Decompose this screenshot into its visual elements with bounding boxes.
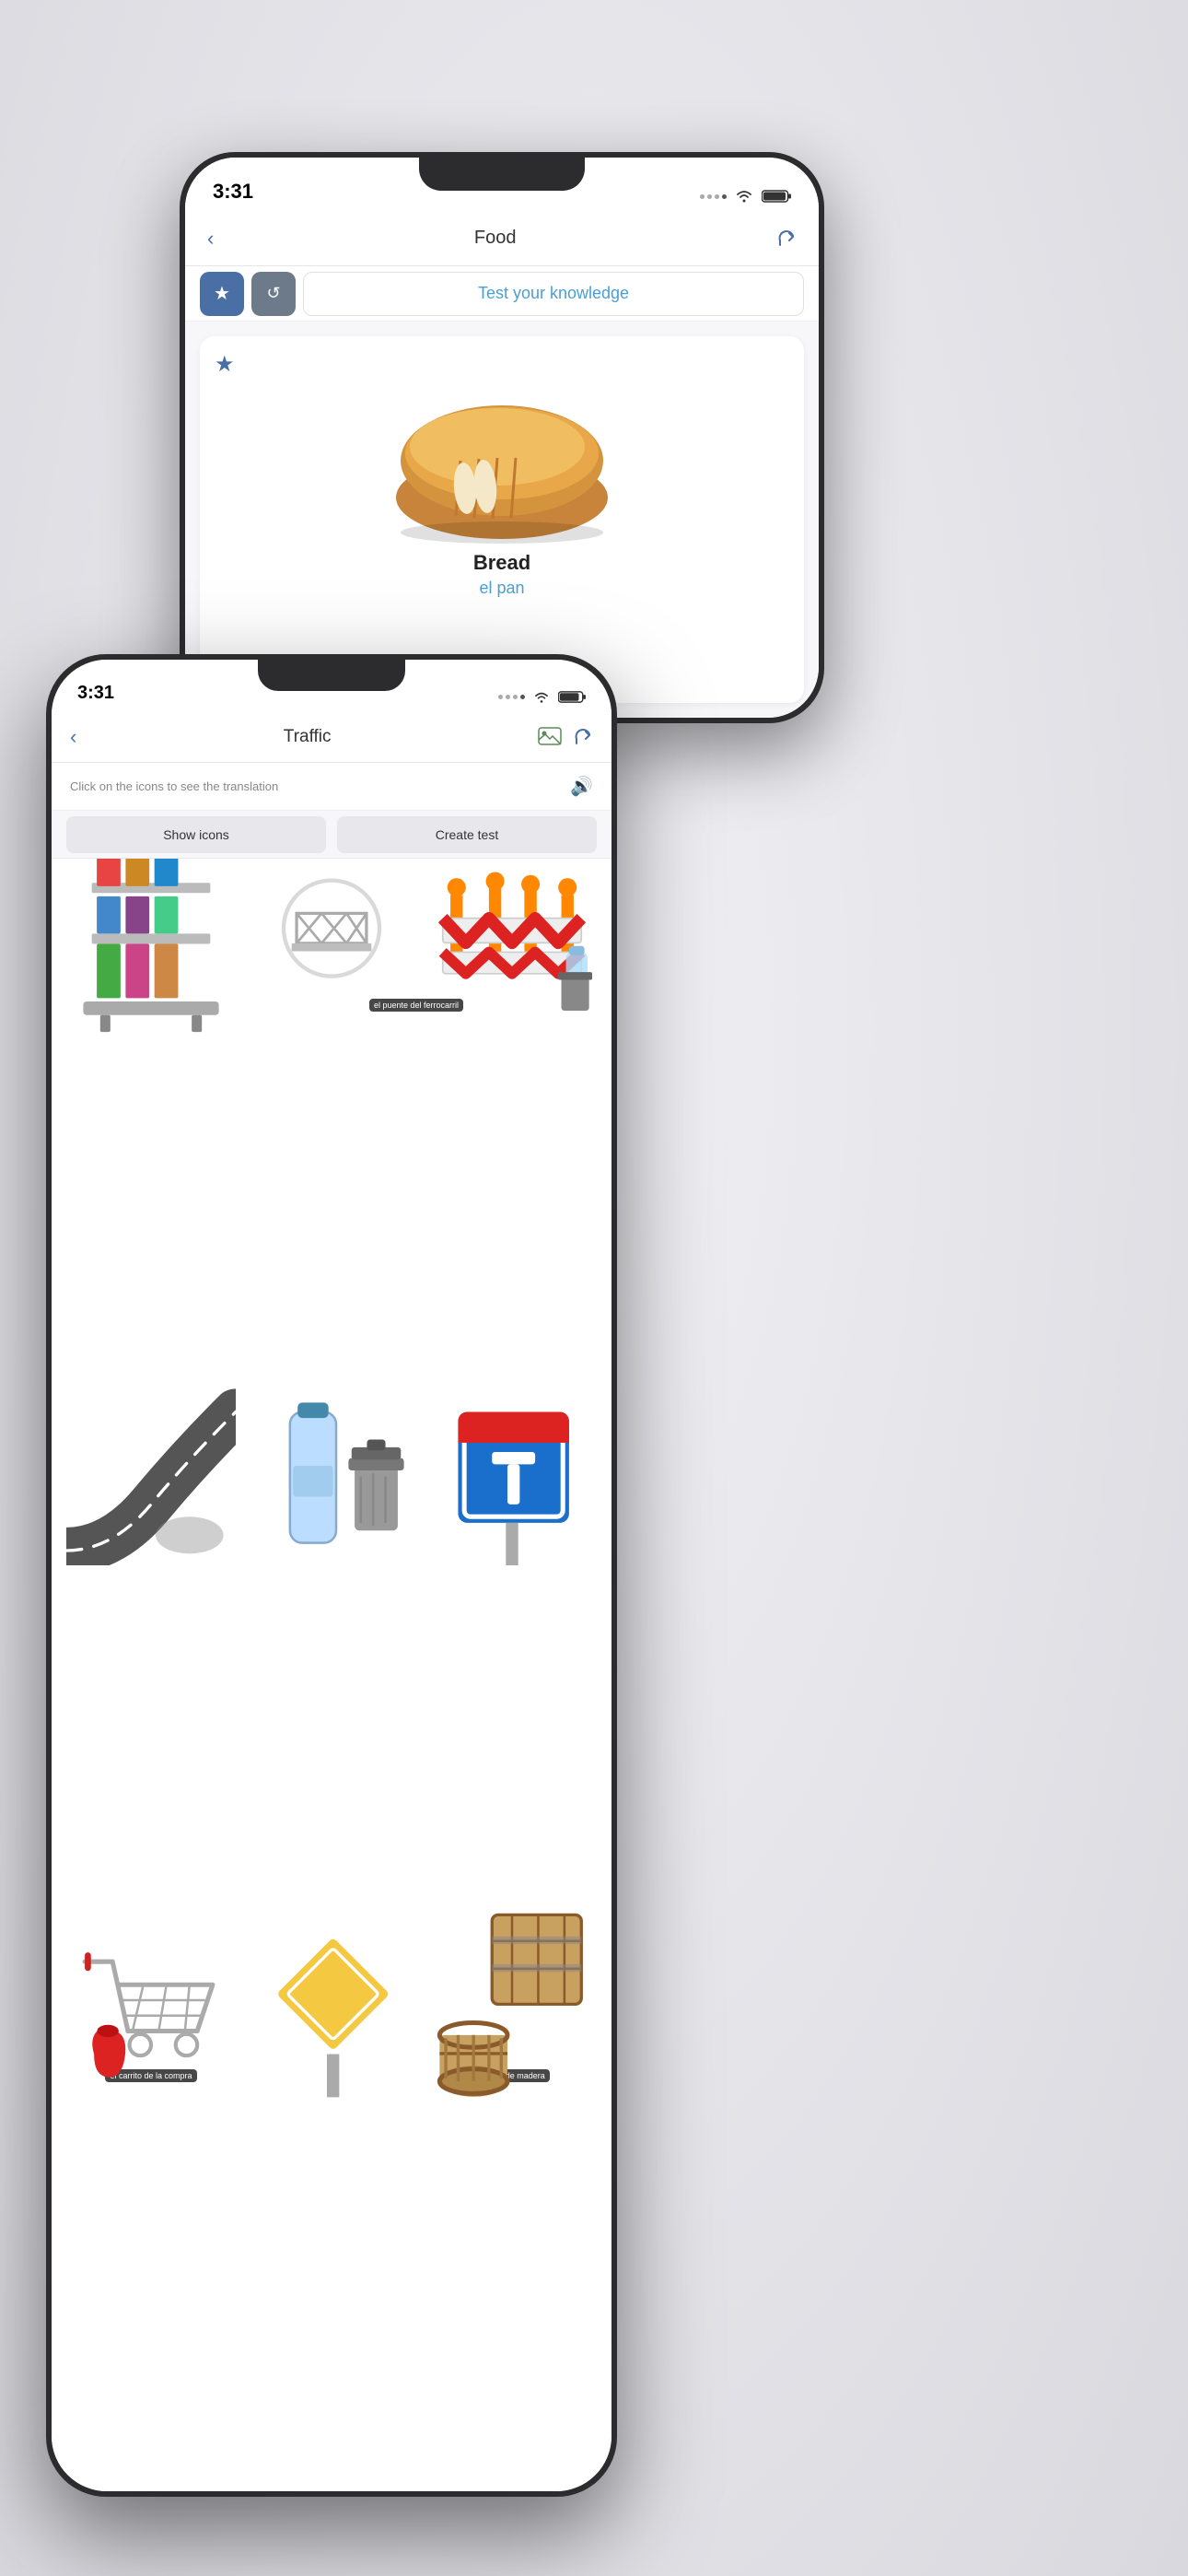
icon-cell-bridge[interactable]: el puente del ferrocarril <box>247 873 416 1402</box>
test-knowledge-button[interactable]: Test your knowledge <box>303 272 804 316</box>
icon-cell-diamond[interactable] <box>247 1948 416 2476</box>
sound-icon[interactable]: 🔊 <box>570 775 593 798</box>
wooden-crate-img <box>427 1948 597 2067</box>
road-sign-diamond-svg <box>247 1915 416 2101</box>
back-button[interactable]: ‹ <box>207 227 214 251</box>
icons-grid: el puente del ferrocarril <box>52 859 611 2491</box>
instruction-text: Click on the icons to see the translatio… <box>70 779 570 793</box>
icon-cell-road[interactable] <box>66 1413 236 1937</box>
phone-back: 3:31 <box>180 152 824 723</box>
wooden-crate-svg <box>427 1907 597 2107</box>
card-star-icon[interactable]: ★ <box>215 351 235 378</box>
status-icons-front <box>498 690 586 704</box>
back-button-front[interactable]: ‹ <box>70 725 76 749</box>
t-sign-img <box>427 1413 597 1533</box>
icon-cell-tsign[interactable] <box>427 1413 597 1937</box>
t-sign-svg <box>427 1381 597 1566</box>
status-bar-back: 3:31 <box>185 158 819 211</box>
battery-icon-front <box>558 690 586 704</box>
bread-svg <box>382 378 622 544</box>
notch-front <box>258 660 405 691</box>
action-row: ★ ↺ Test your knowledge <box>185 266 819 322</box>
notch-back <box>419 158 585 191</box>
page-title-food: Food <box>228 228 762 249</box>
share-icon-front[interactable] <box>573 727 593 747</box>
nav-bar-back: ‹ Food <box>185 211 819 266</box>
road-curve-img <box>66 1413 236 1533</box>
icon-cell-barrier[interactable] <box>427 873 597 1402</box>
icon-cell-crate[interactable]: la caja de madera <box>427 1948 597 2476</box>
magazine-rack-svg <box>66 859 236 1035</box>
road-curve-svg <box>66 1381 236 1566</box>
flash-card[interactable]: ★ <box>200 336 804 703</box>
barrier-img <box>427 873 597 993</box>
word-english: Bread <box>473 551 530 575</box>
word-spanish: el pan <box>479 579 524 598</box>
scene: 3:31 <box>0 0 1188 2576</box>
buttons-row: Show icons Create test <box>52 811 611 859</box>
bridge-img <box>247 873 416 993</box>
bridge-tooltip: el puente del ferrocarril <box>369 999 463 1012</box>
wifi-icon <box>734 189 754 204</box>
water-bottle-img <box>247 1413 416 1533</box>
nav-bar-front: ‹ Traffic <box>52 711 611 763</box>
battery-icon <box>762 189 791 204</box>
signal-dots <box>700 194 727 199</box>
gallery-icon[interactable] <box>538 727 562 747</box>
shopping-cart-img <box>66 1948 236 2067</box>
status-bar-front: 3:31 <box>52 660 611 711</box>
phone-front: 3:31 <box>46 654 617 2497</box>
bridge-svg <box>247 873 416 993</box>
water-bottle-svg <box>247 1381 416 1566</box>
star-button[interactable]: ★ <box>200 272 244 316</box>
share-icon[interactable] <box>776 228 797 249</box>
diamond-sign-img <box>247 1948 416 2067</box>
icon-cell-magazine[interactable] <box>66 873 236 1402</box>
create-test-button[interactable]: Create test <box>337 816 597 853</box>
show-icons-button[interactable]: Show icons <box>66 816 326 853</box>
bread-image <box>382 378 622 544</box>
instruction-row: Click on the icons to see the translatio… <box>52 763 611 811</box>
shopping-cart-svg <box>66 1915 236 2101</box>
wifi-icon-front <box>532 691 551 704</box>
page-title-traffic: Traffic <box>76 727 538 747</box>
signal-dots-front <box>498 695 525 699</box>
status-icons-back <box>700 189 791 204</box>
refresh-button[interactable]: ↺ <box>251 272 296 316</box>
magazine-rack-img <box>66 873 236 993</box>
icon-cell-cart[interactable]: el carrito de la compra <box>66 1948 236 2476</box>
icon-cell-water[interactable] <box>247 1413 416 1937</box>
